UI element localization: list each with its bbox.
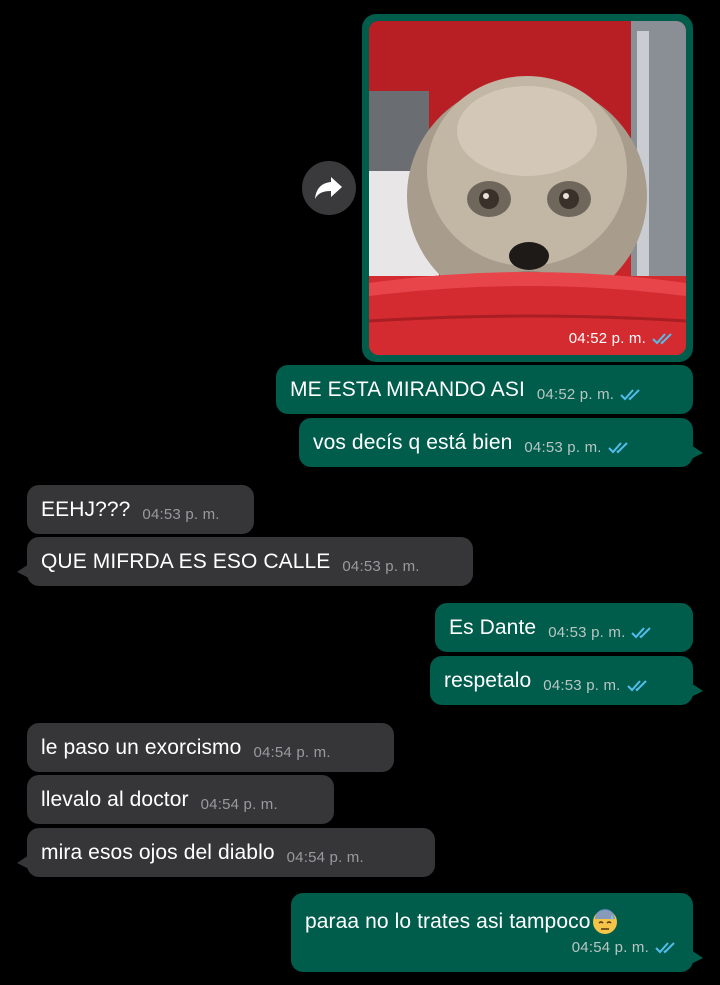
message-outgoing[interactable]: Es Dante 04:53 p. m. <box>435 603 693 652</box>
message-incoming[interactable]: QUE MIFRDA ES ESO CALLE 04:53 p. m. <box>17 537 473 586</box>
bubble-tail <box>691 950 703 964</box>
message-text: QUE MIFRDA ES ESO CALLE <box>41 549 331 573</box>
message-text: EEHJ??? <box>41 497 131 521</box>
message-text: paraa no lo trates asi tampoco <box>305 910 591 933</box>
message-text: Es Dante <box>449 615 537 639</box>
timestamp: 04:54 p. m. <box>572 939 679 956</box>
timestamp: 04:53 p. m. <box>342 558 420 575</box>
timestamp: 04:53 p. m. <box>524 439 631 456</box>
bubble-tail <box>691 683 703 697</box>
message-text: vos decís q está bien <box>313 430 513 454</box>
timestamp: 04:54 p. m. <box>253 744 331 761</box>
double-check-icon <box>655 941 679 955</box>
double-check-icon <box>607 441 632 455</box>
message-text: llevalo al doctor <box>41 787 189 811</box>
timestamp: 04:54 p. m. <box>200 796 278 813</box>
message-incoming[interactable]: EEHJ??? 04:53 p. m. <box>27 485 254 534</box>
message-incoming[interactable]: mira esos ojos del diablo 04:54 p. m. <box>17 828 435 877</box>
message-text: le paso un exorcismo <box>41 735 242 759</box>
message-outgoing[interactable]: vos decís q está bien 04:53 p. m. <box>299 418 703 467</box>
timestamp: 04:53 p. m. <box>142 506 220 523</box>
dog-image <box>369 21 686 355</box>
timestamp: 04:52 p. m. <box>537 386 644 403</box>
bubble-tail <box>691 445 703 459</box>
downcast-face-with-sweat-emoji <box>592 909 618 935</box>
bubble-tail <box>17 564 29 578</box>
forward-arrow-icon <box>315 177 342 199</box>
double-check-icon <box>626 679 651 693</box>
double-check-icon <box>631 626 655 640</box>
timestamp: 04:53 p. m. <box>543 677 650 694</box>
double-check-icon <box>652 332 676 346</box>
message-outgoing[interactable]: paraa no lo trates asi tampoco 04:54 p. … <box>291 893 703 972</box>
message-outgoing[interactable]: respetalo 04:53 p. m. <box>430 656 703 705</box>
timestamp: 04:54 p. m. <box>286 849 364 866</box>
message-incoming[interactable]: llevalo al doctor 04:54 p. m. <box>27 775 334 824</box>
timestamp: 04:53 p. m. <box>548 624 655 641</box>
bubble-tail <box>17 855 29 869</box>
timestamp: 04:52 p. m. <box>569 330 676 347</box>
forward-button[interactable] <box>302 161 356 215</box>
message-outgoing[interactable]: ME ESTA MIRANDO ASI 04:52 p. m. <box>276 365 693 414</box>
double-check-icon <box>620 388 644 402</box>
dog-photo[interactable]: 04:52 p. m. <box>369 21 686 355</box>
image-message[interactable]: 04:52 p. m. <box>362 14 693 362</box>
message-text: respetalo <box>444 668 532 692</box>
message-incoming[interactable]: le paso un exorcismo 04:54 p. m. <box>27 723 394 772</box>
message-text: ME ESTA MIRANDO ASI <box>290 377 525 401</box>
message-text: mira esos ojos del diablo <box>41 840 275 864</box>
